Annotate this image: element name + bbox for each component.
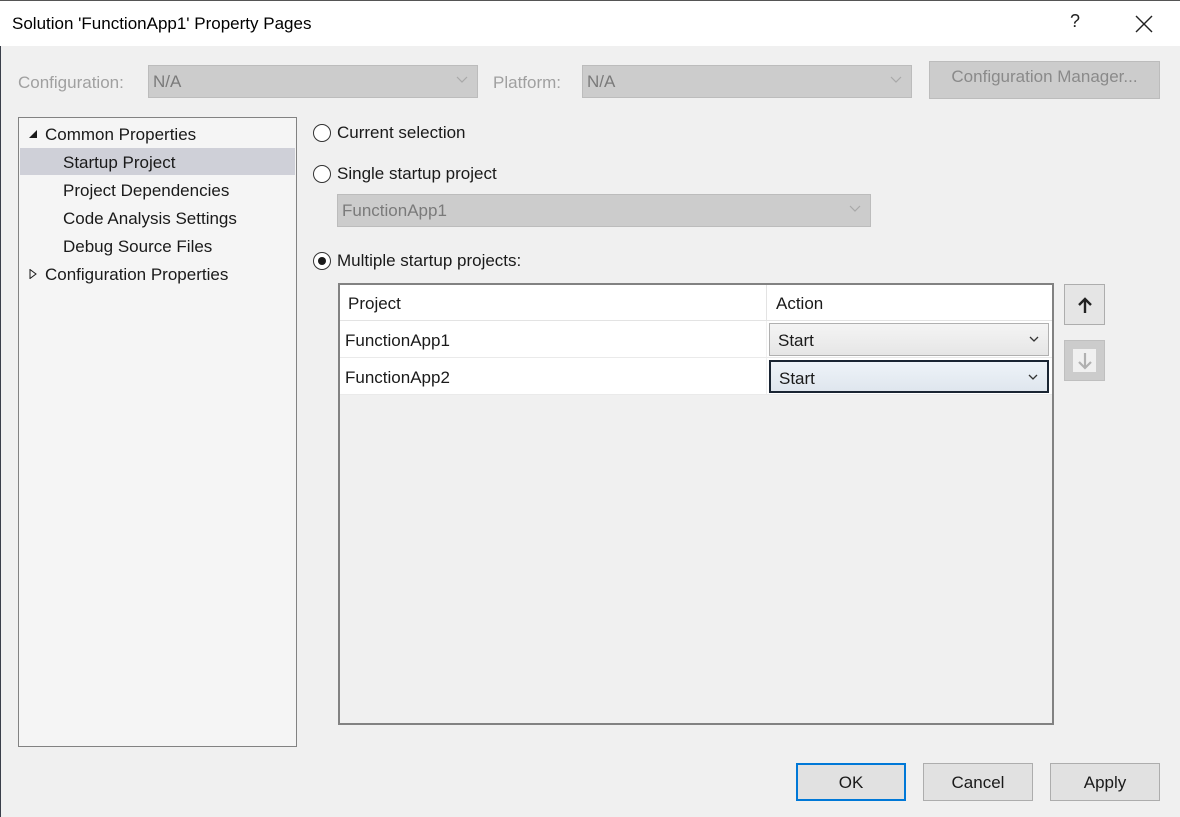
configuration-label: Configuration: (18, 73, 124, 92)
tree-item-label: Project Dependencies (63, 181, 230, 200)
ok-button[interactable]: OK (796, 763, 906, 801)
project-cell[interactable]: FunctionApp1 (340, 321, 767, 357)
action-combo[interactable]: Start (769, 323, 1049, 356)
move-down-button[interactable] (1064, 340, 1105, 381)
close-icon (1135, 15, 1153, 33)
tree-item-configuration-properties[interactable]: Configuration Properties (20, 260, 295, 287)
arrow-up-icon (1078, 297, 1092, 313)
window-edge (0, 0, 1, 817)
tree-item-label: Configuration Properties (45, 265, 229, 284)
grid-header: Project Action (340, 285, 1052, 321)
action-combo[interactable]: Start (769, 360, 1049, 393)
radio-label: Multiple startup projects: (337, 251, 522, 270)
column-header-label: Project (348, 294, 401, 313)
table-row[interactable]: FunctionApp1 Start (340, 321, 1052, 358)
single-project-combo[interactable]: FunctionApp1 (337, 194, 871, 227)
single-project-value: FunctionApp1 (342, 201, 447, 220)
tree-item-label: Common Properties (45, 125, 197, 144)
project-name: FunctionApp2 (345, 368, 450, 387)
radio-circle (313, 252, 331, 270)
cancel-button[interactable]: Cancel (923, 763, 1033, 801)
radio-dot (318, 257, 326, 265)
project-cell[interactable]: FunctionApp2 (340, 358, 767, 394)
title-bar: Solution 'FunctionApp1' Property Pages ? (0, 0, 1180, 46)
chevron-down-icon (1028, 374, 1038, 380)
configuration-manager-button[interactable]: Configuration Manager... (929, 61, 1160, 99)
chevron-down-icon (890, 76, 902, 83)
tree-item-debug-source-files[interactable]: Debug Source Files (20, 232, 295, 259)
action-value: Start (778, 331, 814, 350)
column-header-project[interactable]: Project (340, 285, 767, 320)
chevron-down-icon (1029, 336, 1039, 342)
tree-item-label: Startup Project (63, 153, 176, 172)
platform-value: N/A (587, 72, 616, 91)
radio-label: Single startup project (337, 164, 497, 183)
help-button[interactable]: ? (1064, 11, 1086, 35)
arrow-down-icon (1078, 353, 1092, 370)
platform-label: Platform: (493, 73, 562, 92)
property-tree[interactable]: Common Properties Startup Project Projec… (18, 117, 297, 747)
radio-label: Current selection (337, 123, 466, 142)
tree-item-common-properties[interactable]: Common Properties (20, 120, 295, 147)
radio-circle (313, 124, 331, 142)
startup-projects-grid[interactable]: Project Action FunctionApp1 Start Functi… (338, 283, 1054, 725)
column-header-label: Action (776, 294, 824, 313)
tree-item-startup-project[interactable]: Startup Project (20, 148, 295, 175)
tree-item-project-dependencies[interactable]: Project Dependencies (20, 176, 295, 203)
chevron-down-icon (456, 76, 468, 83)
column-header-action[interactable]: Action (768, 285, 1052, 320)
tree-item-label: Code Analysis Settings (63, 209, 237, 228)
configuration-combo[interactable]: N/A (148, 65, 478, 98)
window-title: Solution 'FunctionApp1' Property Pages (12, 14, 312, 33)
radio-circle (313, 165, 331, 183)
collapsed-triangle-icon (29, 269, 37, 279)
configuration-value: N/A (153, 72, 182, 91)
apply-button[interactable]: Apply (1050, 763, 1160, 801)
table-row[interactable]: FunctionApp2 Start (340, 358, 1052, 395)
action-value: Start (779, 369, 815, 388)
close-button[interactable] (1130, 11, 1158, 37)
chevron-down-icon (849, 205, 861, 212)
project-name: FunctionApp1 (345, 331, 450, 350)
expanded-triangle-icon (29, 130, 37, 138)
platform-combo[interactable]: N/A (582, 65, 912, 98)
tree-item-code-analysis-settings[interactable]: Code Analysis Settings (20, 204, 295, 231)
move-up-button[interactable] (1064, 284, 1105, 325)
tree-item-label: Debug Source Files (63, 237, 213, 256)
